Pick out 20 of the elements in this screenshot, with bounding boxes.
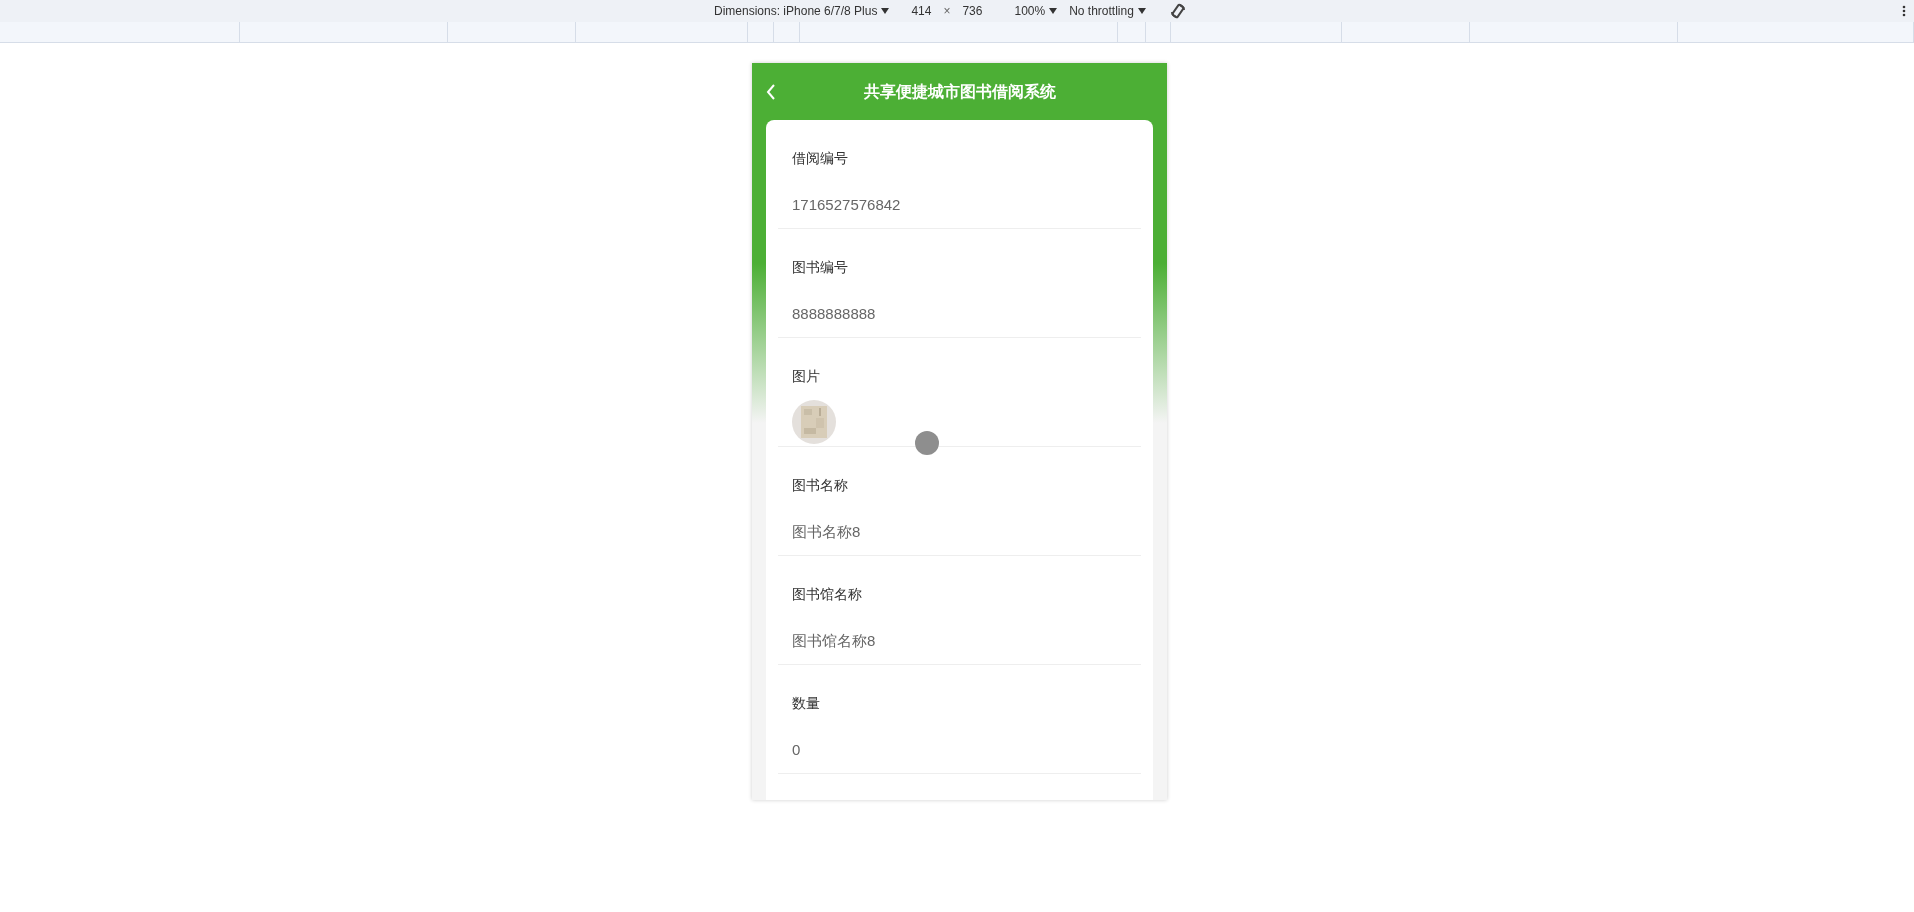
times-sign: × (943, 3, 951, 20)
page-title: 共享便捷城市图书借阅系统 (863, 81, 1056, 102)
field-label: 图书馆名称 (792, 585, 862, 604)
field-value: 1716527576842 (792, 195, 901, 215)
field-value: 0 (792, 740, 801, 760)
field-label: 数量 (792, 694, 820, 713)
throttling-dropdown[interactable]: No throttling (1069, 2, 1146, 20)
height-field[interactable]: 736 (950, 2, 995, 20)
rotate-icon[interactable] (1169, 3, 1186, 19)
field-label: 借阅编号 (792, 149, 848, 168)
width-field[interactable]: 414 (899, 2, 944, 20)
zoom-dropdown[interactable]: 100% (1014, 2, 1058, 20)
field-value: 8888888888 (792, 304, 876, 324)
field-label: 图书编号 (792, 258, 848, 277)
field-value: 图书馆名称8 (792, 631, 876, 651)
field-label: 图片 (792, 367, 820, 386)
device-dropdown[interactable]: Dimensions: iPhone 6/7/8 Plus (714, 2, 890, 20)
more-menu-icon[interactable] (1902, 5, 1906, 17)
field-label: 图书名称 (792, 476, 848, 495)
field-value: 图书名称8 (792, 522, 861, 542)
